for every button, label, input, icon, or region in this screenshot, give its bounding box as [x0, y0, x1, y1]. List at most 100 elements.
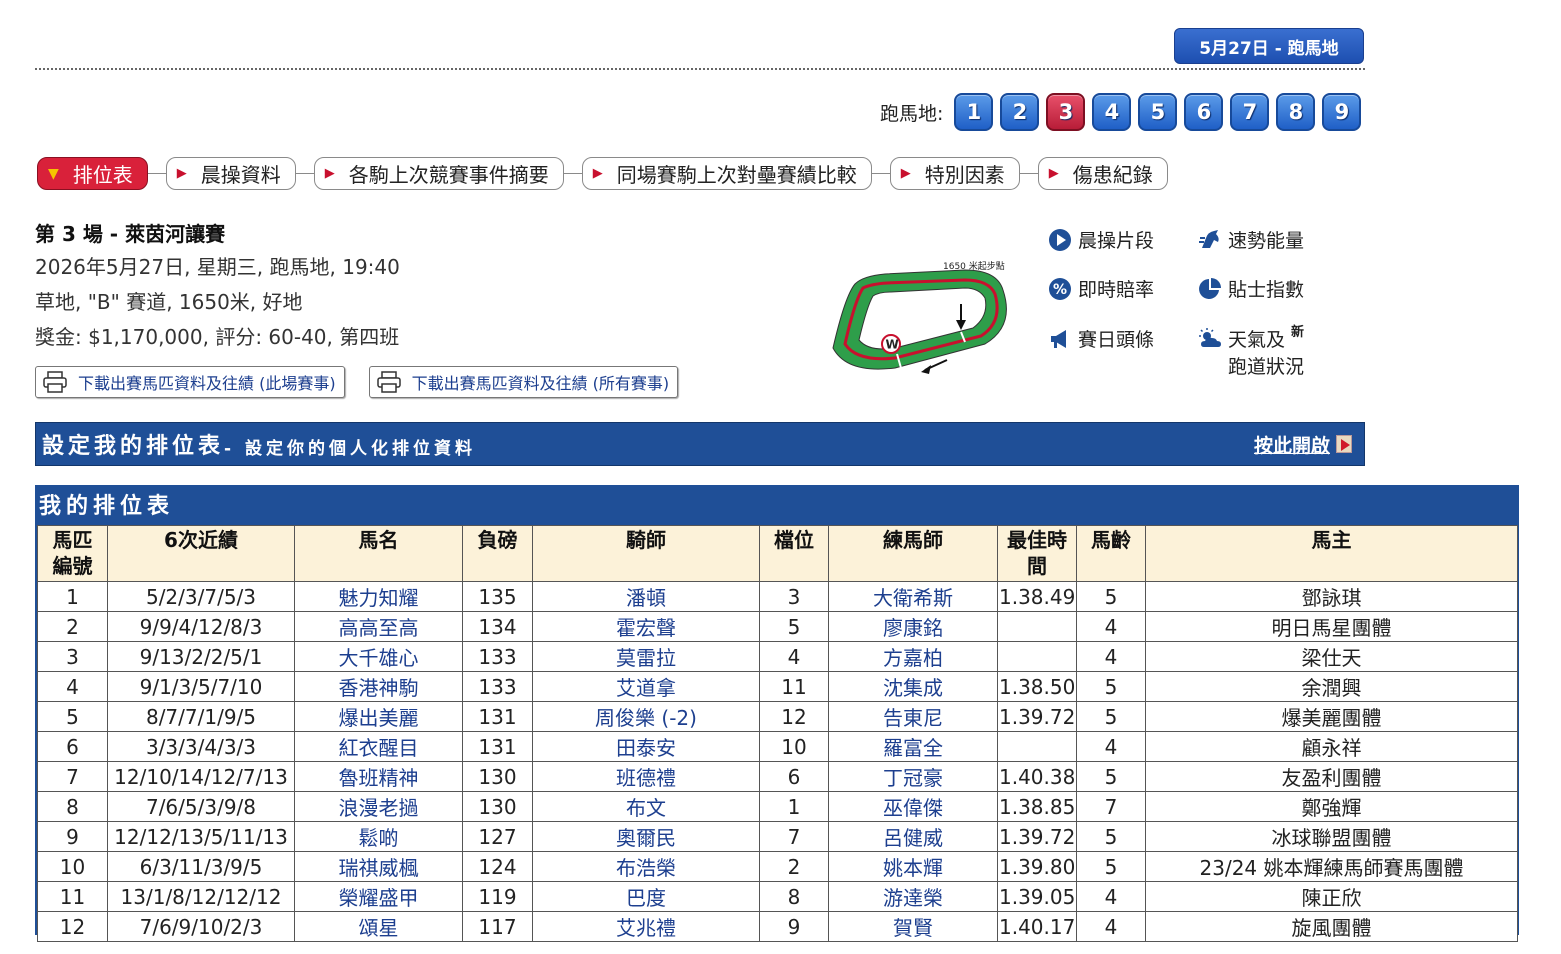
cell-best-time: 1.38.50 — [997, 671, 1077, 702]
cell-weight: 117 — [462, 911, 533, 942]
cell-owner: 陳正欣 — [1145, 881, 1518, 912]
cell-horse[interactable]: 高高至高 — [294, 611, 463, 642]
trackwork-clips-link[interactable]: 晨操片段 — [1048, 226, 1154, 253]
triangle-right-icon: ▶ — [1048, 166, 1059, 181]
cell-form: 12/12/13/5/11/13 — [107, 821, 295, 852]
tab-3[interactable]: ▶ 同場賽駒上次對壘賽績比較 — [581, 157, 872, 190]
cell-best-time: 1.39.72 — [997, 821, 1077, 852]
meeting-date-button[interactable]: 5月27日 - 跑馬地 — [1174, 28, 1364, 64]
tab-2[interactable]: ▶ 各駒上次競賽事件摘要 — [313, 157, 564, 190]
cell-age: 4 — [1076, 731, 1146, 762]
cell-horse[interactable]: 榮耀盛甲 — [294, 881, 463, 912]
cell-weight: 119 — [462, 881, 533, 912]
cell-jockey[interactable]: 奧爾民 — [532, 821, 760, 852]
table-row: 2 9/9/4/12/8/3 高高至高 134 霍宏聲 5 廖康銘 4 明日馬星團體 — [37, 611, 1518, 642]
col-header-form[interactable]: 6次近績 — [107, 525, 295, 582]
col-header-weight[interactable]: 負磅 — [462, 525, 533, 582]
col-header-draw[interactable]: 檔位 — [759, 525, 829, 582]
cell-trainer[interactable]: 大衛希斯 — [828, 581, 998, 612]
cell-trainer[interactable]: 羅富全 — [828, 731, 998, 762]
col-header-age[interactable]: 馬齡 — [1076, 525, 1146, 582]
cell-horse[interactable]: 頌星 — [294, 911, 463, 942]
table-row: 7 12/10/14/12/7/13 魯班精神 130 班德禮 6 丁冠豪 1.40.38 5 友… — [37, 761, 1518, 792]
cell-horse[interactable]: 魯班精神 — [294, 761, 463, 792]
cell-jockey[interactable]: 艾道拿 — [532, 671, 760, 702]
race-button-1[interactable]: 1 — [954, 93, 994, 131]
download-all-races-button[interactable]: 下載出賽馬匹資料及往績 (所有賽事) — [368, 366, 679, 398]
cell-trainer[interactable]: 呂健威 — [828, 821, 998, 852]
cell-horse[interactable]: 鬆啲 — [294, 821, 463, 852]
track-map[interactable]: 1650 米起步點 W — [825, 256, 1020, 381]
track-condition-link[interactable]: 跑道狀況 — [1228, 352, 1304, 379]
race-button-9[interactable]: 9 — [1322, 93, 1362, 131]
cell-jockey[interactable]: 布文 — [532, 791, 760, 822]
col-header-best-time[interactable]: 最佳時間 — [997, 525, 1077, 582]
live-odds-link[interactable]: % 即時賠率 — [1048, 275, 1154, 302]
cell-draw: 8 — [759, 881, 829, 912]
speed-energy-link[interactable]: 速勢能量 — [1198, 226, 1304, 253]
cell-jockey[interactable]: 布浩榮 — [532, 851, 760, 882]
cell-jockey[interactable]: 艾兆禮 — [532, 911, 760, 942]
cell-jockey[interactable]: 班德禮 — [532, 761, 760, 792]
cell-trainer[interactable]: 游達榮 — [828, 881, 998, 912]
cell-best-time: 1.38.85 — [997, 791, 1077, 822]
cell-trainer[interactable]: 姚本輝 — [828, 851, 998, 882]
cell-owner: 爆美麗團體 — [1145, 701, 1518, 732]
cell-trainer[interactable]: 方嘉柏 — [828, 641, 998, 672]
download-this-race-label: 下載出賽馬匹資料及往績 (此場賽事) — [78, 374, 336, 393]
race-button-8[interactable]: 8 — [1276, 93, 1316, 131]
tab-4[interactable]: ▶ 特別因素 — [889, 157, 1020, 190]
cell-trainer[interactable]: 沈集成 — [828, 671, 998, 702]
cell-horse[interactable]: 浪漫老撾 — [294, 791, 463, 822]
cell-horse[interactable]: 紅衣醒目 — [294, 731, 463, 762]
cell-jockey[interactable]: 周俊樂 (-2) — [532, 701, 760, 732]
tips-index-label: 貼士指數 — [1228, 279, 1305, 301]
tab-0[interactable]: ▼ 排位表 — [37, 157, 148, 190]
cell-best-time: 1.39.05 — [997, 881, 1077, 912]
col-header-number[interactable]: 馬匹 編號 — [37, 525, 108, 582]
cell-trainer[interactable]: 丁冠豪 — [828, 761, 998, 792]
cell-jockey[interactable]: 潘頓 — [532, 581, 760, 612]
cell-trainer[interactable]: 巫偉傑 — [828, 791, 998, 822]
cell-horse[interactable]: 香港神駒 — [294, 671, 463, 702]
race-button-6[interactable]: 6 — [1184, 93, 1224, 131]
cell-trainer[interactable]: 賀賢 — [828, 911, 998, 942]
cell-trainer[interactable]: 廖康銘 — [828, 611, 998, 642]
printer-icon — [43, 371, 67, 393]
cell-jockey[interactable]: 莫雷拉 — [532, 641, 760, 672]
arrow-right-icon — [1336, 435, 1352, 453]
race-button-5[interactable]: 5 — [1138, 93, 1178, 131]
col-header-trainer[interactable]: 練馬師 — [828, 525, 998, 582]
cell-jockey[interactable]: 霍宏聲 — [532, 611, 760, 642]
tab-5[interactable]: ▶ 傷患紀錄 — [1037, 157, 1168, 190]
tips-index-link[interactable]: 貼士指數 — [1198, 275, 1304, 302]
cell-horse[interactable]: 魅力知耀 — [294, 581, 463, 612]
race-button-2[interactable]: 2 — [1000, 93, 1040, 131]
table-row: 1 5/2/3/7/5/3 魅力知耀 135 潘頓 3 大衛希斯 1.38.49 5 鄧詠琪 — [37, 581, 1518, 612]
col-header-horse[interactable]: 馬名 — [294, 525, 463, 582]
cell-draw: 11 — [759, 671, 829, 702]
race-button-3[interactable]: 3 — [1046, 93, 1086, 131]
cell-trainer[interactable]: 告東尼 — [828, 701, 998, 732]
table-row: 9 12/12/13/5/11/13 鬆啲 127 奧爾民 7 呂健威 1.39.72 5 冰球聯… — [37, 821, 1518, 852]
cell-jockey[interactable]: 田泰安 — [532, 731, 760, 762]
table-row: 11 13/1/8/12/12/12 榮耀盛甲 119 巴度 8 游達榮 1.39.05 4 陳正… — [37, 881, 1518, 912]
col-header-jockey[interactable]: 騎師 — [532, 525, 760, 582]
race-date-venue: 2026年5月27日, 星期三, 跑馬地, 19:40 — [35, 255, 400, 279]
weather-link[interactable]: 天氣及 新 — [1198, 325, 1304, 352]
col-header-owner[interactable]: 馬主 — [1145, 525, 1518, 582]
cell-horse[interactable]: 瑞祺威楓 — [294, 851, 463, 882]
race-button-4[interactable]: 4 — [1092, 93, 1132, 131]
tab-1[interactable]: ▶ 晨操資料 — [165, 157, 296, 190]
raceday-news-link[interactable]: 賽日頭條 — [1048, 325, 1154, 352]
race-button-7[interactable]: 7 — [1230, 93, 1270, 131]
cell-draw: 2 — [759, 851, 829, 882]
download-this-race-button[interactable]: 下載出賽馬匹資料及往績 (此場賽事) — [35, 366, 345, 398]
cell-form: 8/7/7/1/9/5 — [107, 701, 295, 732]
megaphone-icon — [1048, 327, 1072, 351]
cell-weight: 135 — [462, 581, 533, 612]
open-setup-link[interactable]: 按此開啟 — [1254, 431, 1352, 458]
cell-horse[interactable]: 大千雄心 — [294, 641, 463, 672]
cell-horse[interactable]: 爆出美麗 — [294, 701, 463, 732]
cell-jockey[interactable]: 巴度 — [532, 881, 760, 912]
